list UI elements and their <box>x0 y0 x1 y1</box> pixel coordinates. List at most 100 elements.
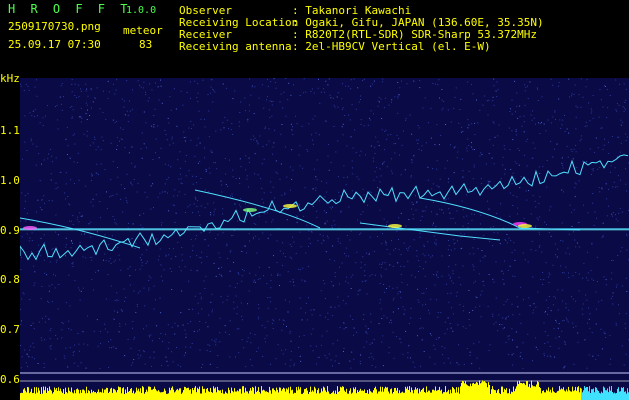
noise-speck <box>564 341 566 342</box>
noise-speck <box>209 172 211 174</box>
noise-speck <box>185 175 187 177</box>
noise-speck <box>368 197 370 199</box>
level-bar <box>444 392 445 400</box>
level-bar <box>70 391 71 400</box>
noise-speck <box>348 255 350 257</box>
noise-speck <box>203 280 205 282</box>
noise-speck <box>205 275 207 277</box>
noise-speck <box>572 326 574 328</box>
level-bar <box>279 387 280 400</box>
noise-speck <box>599 191 601 193</box>
noise-speck <box>560 265 562 267</box>
noise-speck <box>73 133 75 135</box>
level-bar <box>515 388 516 400</box>
noise-speck <box>446 328 448 330</box>
level-bar <box>258 387 259 400</box>
noise-speck <box>300 307 302 309</box>
noise-speck <box>549 274 551 276</box>
noise-speck <box>619 83 621 85</box>
noise-speck <box>453 243 455 245</box>
noise-speck <box>381 129 383 131</box>
noise-speck <box>410 307 412 309</box>
noise-speck <box>166 360 168 362</box>
noise-speck <box>618 136 620 138</box>
level-bar <box>262 390 263 400</box>
noise-speck <box>365 331 367 333</box>
level-bar <box>25 390 26 400</box>
noise-speck <box>493 323 495 325</box>
noise-speck <box>537 100 539 101</box>
noise-speck <box>265 341 266 343</box>
level-bar <box>417 388 418 400</box>
level-bar <box>449 393 450 400</box>
level-bar <box>461 382 462 400</box>
noise-speck <box>436 124 438 126</box>
noise-speck <box>307 266 309 267</box>
level-bar <box>131 388 132 400</box>
noise-speck <box>185 352 186 354</box>
noise-speck <box>44 339 46 341</box>
level-bar <box>237 390 238 400</box>
level-bar <box>339 391 340 400</box>
noise-speck <box>78 343 80 345</box>
noise-speck <box>149 356 151 358</box>
level-bar <box>41 387 42 400</box>
noise-speck <box>43 195 45 197</box>
noise-speck <box>152 340 153 342</box>
level-bar <box>172 386 173 400</box>
noise-speck <box>253 113 255 115</box>
noise-speck <box>56 104 58 106</box>
noise-speck <box>99 343 101 344</box>
noise-speck <box>568 233 570 235</box>
noise-speck <box>279 101 281 103</box>
noise-speck <box>143 81 145 83</box>
noise-speck <box>370 192 372 193</box>
noise-speck <box>346 235 348 236</box>
level-bar <box>47 388 48 400</box>
noise-speck <box>180 90 182 92</box>
level-bar <box>539 387 540 400</box>
noise-speck <box>68 320 70 322</box>
noise-speck <box>139 84 141 86</box>
noise-speck <box>496 96 498 98</box>
noise-speck <box>595 291 597 293</box>
noise-speck <box>488 274 490 275</box>
level-bar <box>176 389 177 400</box>
noise-speck <box>211 293 213 295</box>
noise-speck <box>24 115 26 117</box>
noise-speck <box>24 200 26 202</box>
level-bar <box>81 392 82 400</box>
noise-speck <box>591 243 593 245</box>
signal-hotspot <box>388 224 402 228</box>
noise-speck <box>41 339 43 341</box>
noise-speck <box>282 107 284 109</box>
noise-speck <box>304 187 306 189</box>
noise-speck <box>65 198 66 200</box>
level-bar <box>438 389 439 400</box>
noise-speck <box>522 342 524 344</box>
noise-speck <box>315 132 317 134</box>
noise-speck <box>428 254 430 256</box>
noise-speck <box>342 299 344 301</box>
noise-speck <box>537 349 539 351</box>
noise-speck <box>352 167 353 169</box>
level-bar <box>486 383 487 400</box>
noise-speck <box>32 110 34 112</box>
noise-speck <box>358 101 360 103</box>
noise-speck <box>233 308 235 310</box>
noise-speck <box>384 262 386 264</box>
noise-speck <box>143 328 144 330</box>
noise-speck <box>606 117 608 118</box>
noise-speck <box>505 301 507 303</box>
noise-speck <box>267 237 269 239</box>
noise-speck <box>176 347 177 348</box>
noise-speck <box>567 156 569 158</box>
level-bar <box>324 387 325 400</box>
level-bar <box>30 391 31 400</box>
level-bar <box>78 389 79 400</box>
noise-speck <box>348 85 350 87</box>
noise-speck <box>574 187 576 189</box>
noise-speck <box>199 215 201 217</box>
noise-speck <box>244 97 246 99</box>
noise-speck <box>97 345 99 347</box>
